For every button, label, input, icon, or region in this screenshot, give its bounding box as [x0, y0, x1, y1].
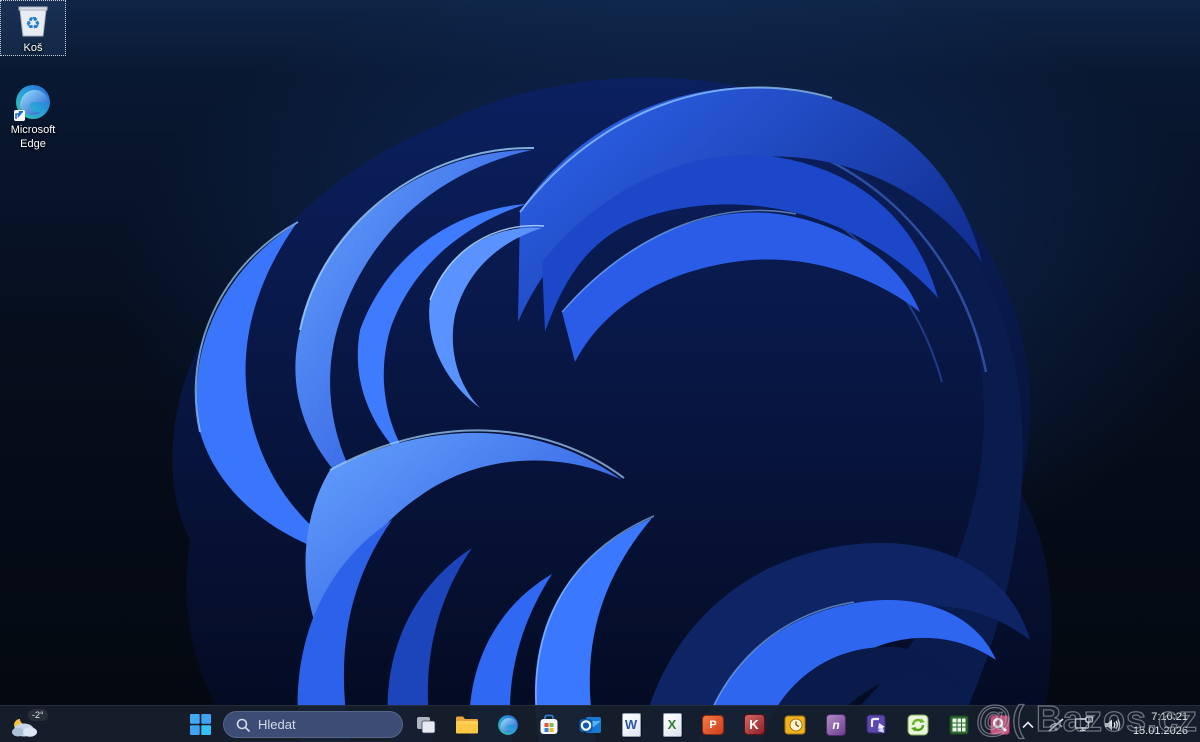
- tray-clock[interactable]: 7:10:21 15.01.2026: [1127, 711, 1196, 739]
- desktop-icon-label: Koš: [23, 42, 43, 54]
- purple-arrow-app-button[interactable]: [859, 709, 895, 741]
- outlook-button[interactable]: [572, 709, 608, 741]
- desktop-icon-label: Microsoft Edge: [10, 124, 56, 150]
- tray-date: 15.01.2026: [1132, 724, 1188, 737]
- disconnected-status-button[interactable]: [1043, 710, 1069, 740]
- hidden-icons-chevron-button[interactable]: [1015, 710, 1041, 740]
- microsoft-edge-icon: [498, 714, 518, 735]
- file-explorer-icon: [456, 716, 478, 733]
- recycle-bin-icon: ♻: [13, 0, 53, 40]
- start-button[interactable]: [182, 709, 218, 741]
- microsoft-store-button[interactable]: [531, 709, 567, 741]
- windows-logo-icon: [189, 714, 211, 735]
- taskbar: -2° Hledat W X P K n 8 7:10:21 15.01.202…: [0, 705, 1200, 742]
- outlook-2003-button[interactable]: [777, 709, 813, 741]
- spreadsheet-app-button[interactable]: [941, 709, 977, 741]
- powerpoint-2003-button[interactable]: P: [695, 709, 731, 741]
- disconnected-status-icon: [1048, 717, 1064, 732]
- spreadsheet-app-icon: [949, 715, 969, 734]
- onenote-2007-button[interactable]: n: [818, 709, 854, 741]
- network-display-icon: 8: [1074, 716, 1094, 732]
- red-k-app-icon: K: [743, 714, 765, 735]
- access-2007-icon: [990, 714, 1010, 735]
- search-icon: [236, 718, 250, 732]
- tray-time: 7:10:21: [1151, 710, 1188, 723]
- microsoft-store-icon: [540, 714, 558, 734]
- shortcut-arrow-icon: [14, 110, 25, 121]
- volume-button[interactable]: [1099, 710, 1125, 740]
- desktop-screen: ♻ Koš Microsoft Edge @(Bazos.cz -2° Hle…: [0, 0, 1200, 742]
- access-2007-button[interactable]: [982, 709, 1018, 741]
- purple-arrow-app-icon: [866, 714, 886, 733]
- edge-icon: [13, 82, 53, 122]
- groove-sync-icon: [907, 714, 929, 735]
- edge-taskbar-button[interactable]: [490, 709, 526, 741]
- onenote-2007-icon: n: [826, 713, 846, 736]
- outlook-2003-icon: [784, 715, 806, 734]
- excel-2003-button[interactable]: X: [654, 709, 690, 741]
- wallpaper-bloom: [0, 0, 1200, 742]
- outlook-icon: [579, 716, 601, 733]
- network-display-button[interactable]: 8: [1071, 710, 1097, 740]
- search-box[interactable]: Hledat: [223, 711, 403, 738]
- excel-2003-icon: X: [662, 712, 682, 737]
- desktop-icon-edge[interactable]: Microsoft Edge: [0, 82, 66, 152]
- task-view-icon: [417, 716, 436, 733]
- groove-sync-button[interactable]: [900, 709, 936, 741]
- word-2003-button[interactable]: W: [613, 709, 649, 741]
- search-placeholder: Hledat: [258, 717, 296, 732]
- chevron-up-icon: [1022, 720, 1034, 728]
- svg-text:♻: ♻: [25, 14, 40, 33]
- red-k-app-button[interactable]: K: [736, 709, 772, 741]
- word-2003-icon: W: [621, 712, 641, 737]
- file-explorer-button[interactable]: [449, 709, 485, 741]
- task-view-button[interactable]: [408, 709, 444, 741]
- bloom-illustration: [172, 77, 1052, 742]
- volume-icon: [1104, 718, 1121, 731]
- desktop-icon-recycle-bin[interactable]: ♻ Koš: [0, 0, 66, 56]
- powerpoint-2003-icon: P: [702, 714, 724, 735]
